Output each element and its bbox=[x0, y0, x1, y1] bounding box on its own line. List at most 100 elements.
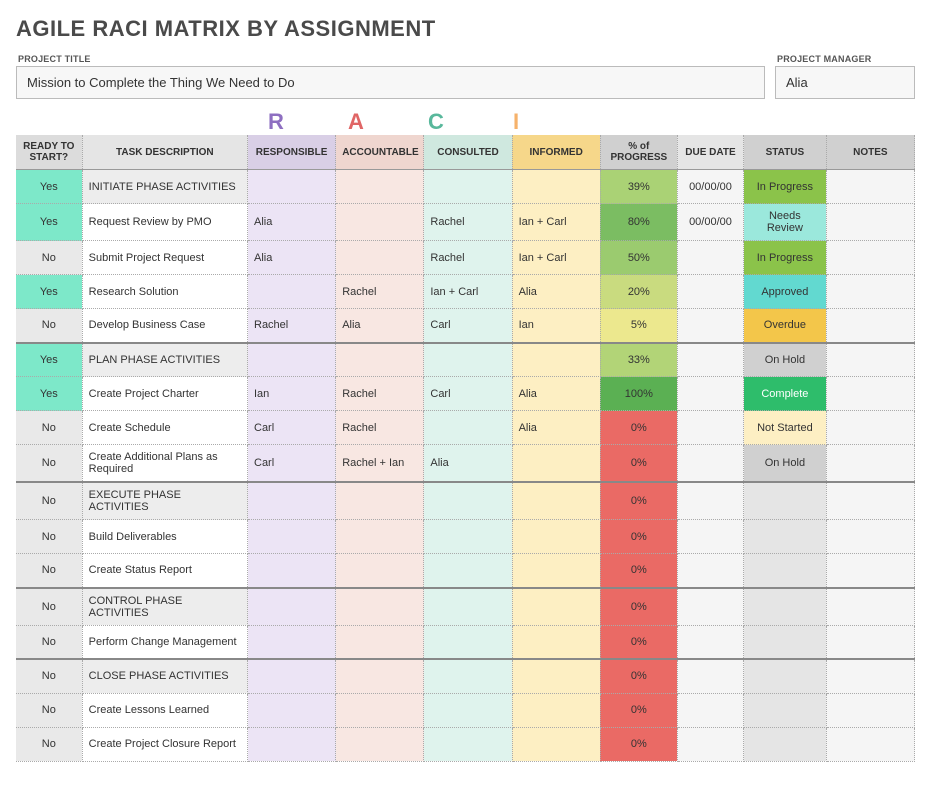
consulted-cell[interactable] bbox=[424, 482, 512, 520]
accountable-cell[interactable] bbox=[336, 588, 424, 626]
notes-cell[interactable] bbox=[826, 693, 914, 727]
consulted-cell[interactable] bbox=[424, 170, 512, 204]
progress-cell[interactable]: 0% bbox=[600, 482, 677, 520]
ready-cell[interactable]: No bbox=[16, 411, 82, 445]
responsible-cell[interactable]: Alia bbox=[248, 204, 336, 241]
responsible-cell[interactable] bbox=[248, 659, 336, 693]
progress-cell[interactable]: 20% bbox=[600, 275, 677, 309]
task-desc-cell[interactable]: CONTROL PHASE ACTIVITIES bbox=[82, 588, 247, 626]
progress-cell[interactable]: 50% bbox=[600, 241, 677, 275]
progress-cell[interactable]: 5% bbox=[600, 309, 677, 343]
responsible-cell[interactable] bbox=[248, 554, 336, 588]
responsible-cell[interactable]: Alia bbox=[248, 241, 336, 275]
progress-cell[interactable]: 0% bbox=[600, 411, 677, 445]
informed-cell[interactable] bbox=[512, 659, 600, 693]
task-desc-cell[interactable]: Create Project Charter bbox=[82, 377, 247, 411]
progress-cell[interactable]: 33% bbox=[600, 343, 677, 377]
project-manager-value[interactable]: Alia bbox=[775, 66, 915, 99]
due-date-cell[interactable] bbox=[677, 241, 743, 275]
status-cell[interactable] bbox=[744, 693, 827, 727]
ready-cell[interactable]: No bbox=[16, 309, 82, 343]
notes-cell[interactable] bbox=[826, 659, 914, 693]
accountable-cell[interactable] bbox=[336, 659, 424, 693]
accountable-cell[interactable] bbox=[336, 554, 424, 588]
ready-cell[interactable]: No bbox=[16, 625, 82, 659]
accountable-cell[interactable]: Rachel bbox=[336, 411, 424, 445]
informed-cell[interactable] bbox=[512, 445, 600, 483]
responsible-cell[interactable]: Rachel bbox=[248, 309, 336, 343]
responsible-cell[interactable] bbox=[248, 520, 336, 554]
informed-cell[interactable]: Alia bbox=[512, 275, 600, 309]
task-desc-cell[interactable]: CLOSE PHASE ACTIVITIES bbox=[82, 659, 247, 693]
due-date-cell[interactable]: 00/00/00 bbox=[677, 204, 743, 241]
notes-cell[interactable] bbox=[826, 343, 914, 377]
task-desc-cell[interactable]: Create Additional Plans as Required bbox=[82, 445, 247, 483]
informed-cell[interactable]: Ian bbox=[512, 309, 600, 343]
informed-cell[interactable]: Ian + Carl bbox=[512, 204, 600, 241]
ready-cell[interactable]: No bbox=[16, 727, 82, 761]
accountable-cell[interactable] bbox=[336, 241, 424, 275]
notes-cell[interactable] bbox=[826, 625, 914, 659]
accountable-cell[interactable] bbox=[336, 520, 424, 554]
task-desc-cell[interactable]: Submit Project Request bbox=[82, 241, 247, 275]
accountable-cell[interactable] bbox=[336, 482, 424, 520]
ready-cell[interactable]: No bbox=[16, 588, 82, 626]
status-cell[interactable] bbox=[744, 482, 827, 520]
responsible-cell[interactable] bbox=[248, 588, 336, 626]
responsible-cell[interactable] bbox=[248, 693, 336, 727]
status-cell[interactable] bbox=[744, 588, 827, 626]
responsible-cell[interactable] bbox=[248, 170, 336, 204]
consulted-cell[interactable] bbox=[424, 588, 512, 626]
progress-cell[interactable]: 39% bbox=[600, 170, 677, 204]
status-cell[interactable]: On Hold bbox=[744, 445, 827, 483]
task-desc-cell[interactable]: PLAN PHASE ACTIVITIES bbox=[82, 343, 247, 377]
progress-cell[interactable]: 0% bbox=[600, 659, 677, 693]
notes-cell[interactable] bbox=[826, 445, 914, 483]
notes-cell[interactable] bbox=[826, 727, 914, 761]
status-cell[interactable] bbox=[744, 554, 827, 588]
due-date-cell[interactable] bbox=[677, 588, 743, 626]
due-date-cell[interactable] bbox=[677, 445, 743, 483]
responsible-cell[interactable] bbox=[248, 625, 336, 659]
ready-cell[interactable]: Yes bbox=[16, 275, 82, 309]
due-date-cell[interactable]: 00/00/00 bbox=[677, 170, 743, 204]
task-desc-cell[interactable]: Create Schedule bbox=[82, 411, 247, 445]
task-desc-cell[interactable]: Create Status Report bbox=[82, 554, 247, 588]
consulted-cell[interactable]: Alia bbox=[424, 445, 512, 483]
progress-cell[interactable]: 0% bbox=[600, 693, 677, 727]
due-date-cell[interactable] bbox=[677, 343, 743, 377]
due-date-cell[interactable] bbox=[677, 554, 743, 588]
informed-cell[interactable] bbox=[512, 343, 600, 377]
notes-cell[interactable] bbox=[826, 241, 914, 275]
ready-cell[interactable]: No bbox=[16, 693, 82, 727]
informed-cell[interactable] bbox=[512, 520, 600, 554]
accountable-cell[interactable]: Alia bbox=[336, 309, 424, 343]
responsible-cell[interactable]: Carl bbox=[248, 445, 336, 483]
accountable-cell[interactable] bbox=[336, 170, 424, 204]
accountable-cell[interactable]: Rachel bbox=[336, 275, 424, 309]
due-date-cell[interactable] bbox=[677, 377, 743, 411]
due-date-cell[interactable] bbox=[677, 275, 743, 309]
consulted-cell[interactable]: Rachel bbox=[424, 204, 512, 241]
notes-cell[interactable] bbox=[826, 275, 914, 309]
due-date-cell[interactable] bbox=[677, 659, 743, 693]
consulted-cell[interactable]: Rachel bbox=[424, 241, 512, 275]
ready-cell[interactable]: Yes bbox=[16, 204, 82, 241]
ready-cell[interactable]: No bbox=[16, 659, 82, 693]
due-date-cell[interactable] bbox=[677, 482, 743, 520]
notes-cell[interactable] bbox=[826, 204, 914, 241]
accountable-cell[interactable] bbox=[336, 343, 424, 377]
notes-cell[interactable] bbox=[826, 411, 914, 445]
task-desc-cell[interactable]: Create Project Closure Report bbox=[82, 727, 247, 761]
task-desc-cell[interactable]: INITIATE PHASE ACTIVITIES bbox=[82, 170, 247, 204]
accountable-cell[interactable]: Rachel bbox=[336, 377, 424, 411]
status-cell[interactable] bbox=[744, 659, 827, 693]
task-desc-cell[interactable]: Perform Change Management bbox=[82, 625, 247, 659]
ready-cell[interactable]: No bbox=[16, 554, 82, 588]
notes-cell[interactable] bbox=[826, 377, 914, 411]
consulted-cell[interactable] bbox=[424, 411, 512, 445]
informed-cell[interactable] bbox=[512, 482, 600, 520]
ready-cell[interactable]: No bbox=[16, 241, 82, 275]
progress-cell[interactable]: 100% bbox=[600, 377, 677, 411]
notes-cell[interactable] bbox=[826, 170, 914, 204]
